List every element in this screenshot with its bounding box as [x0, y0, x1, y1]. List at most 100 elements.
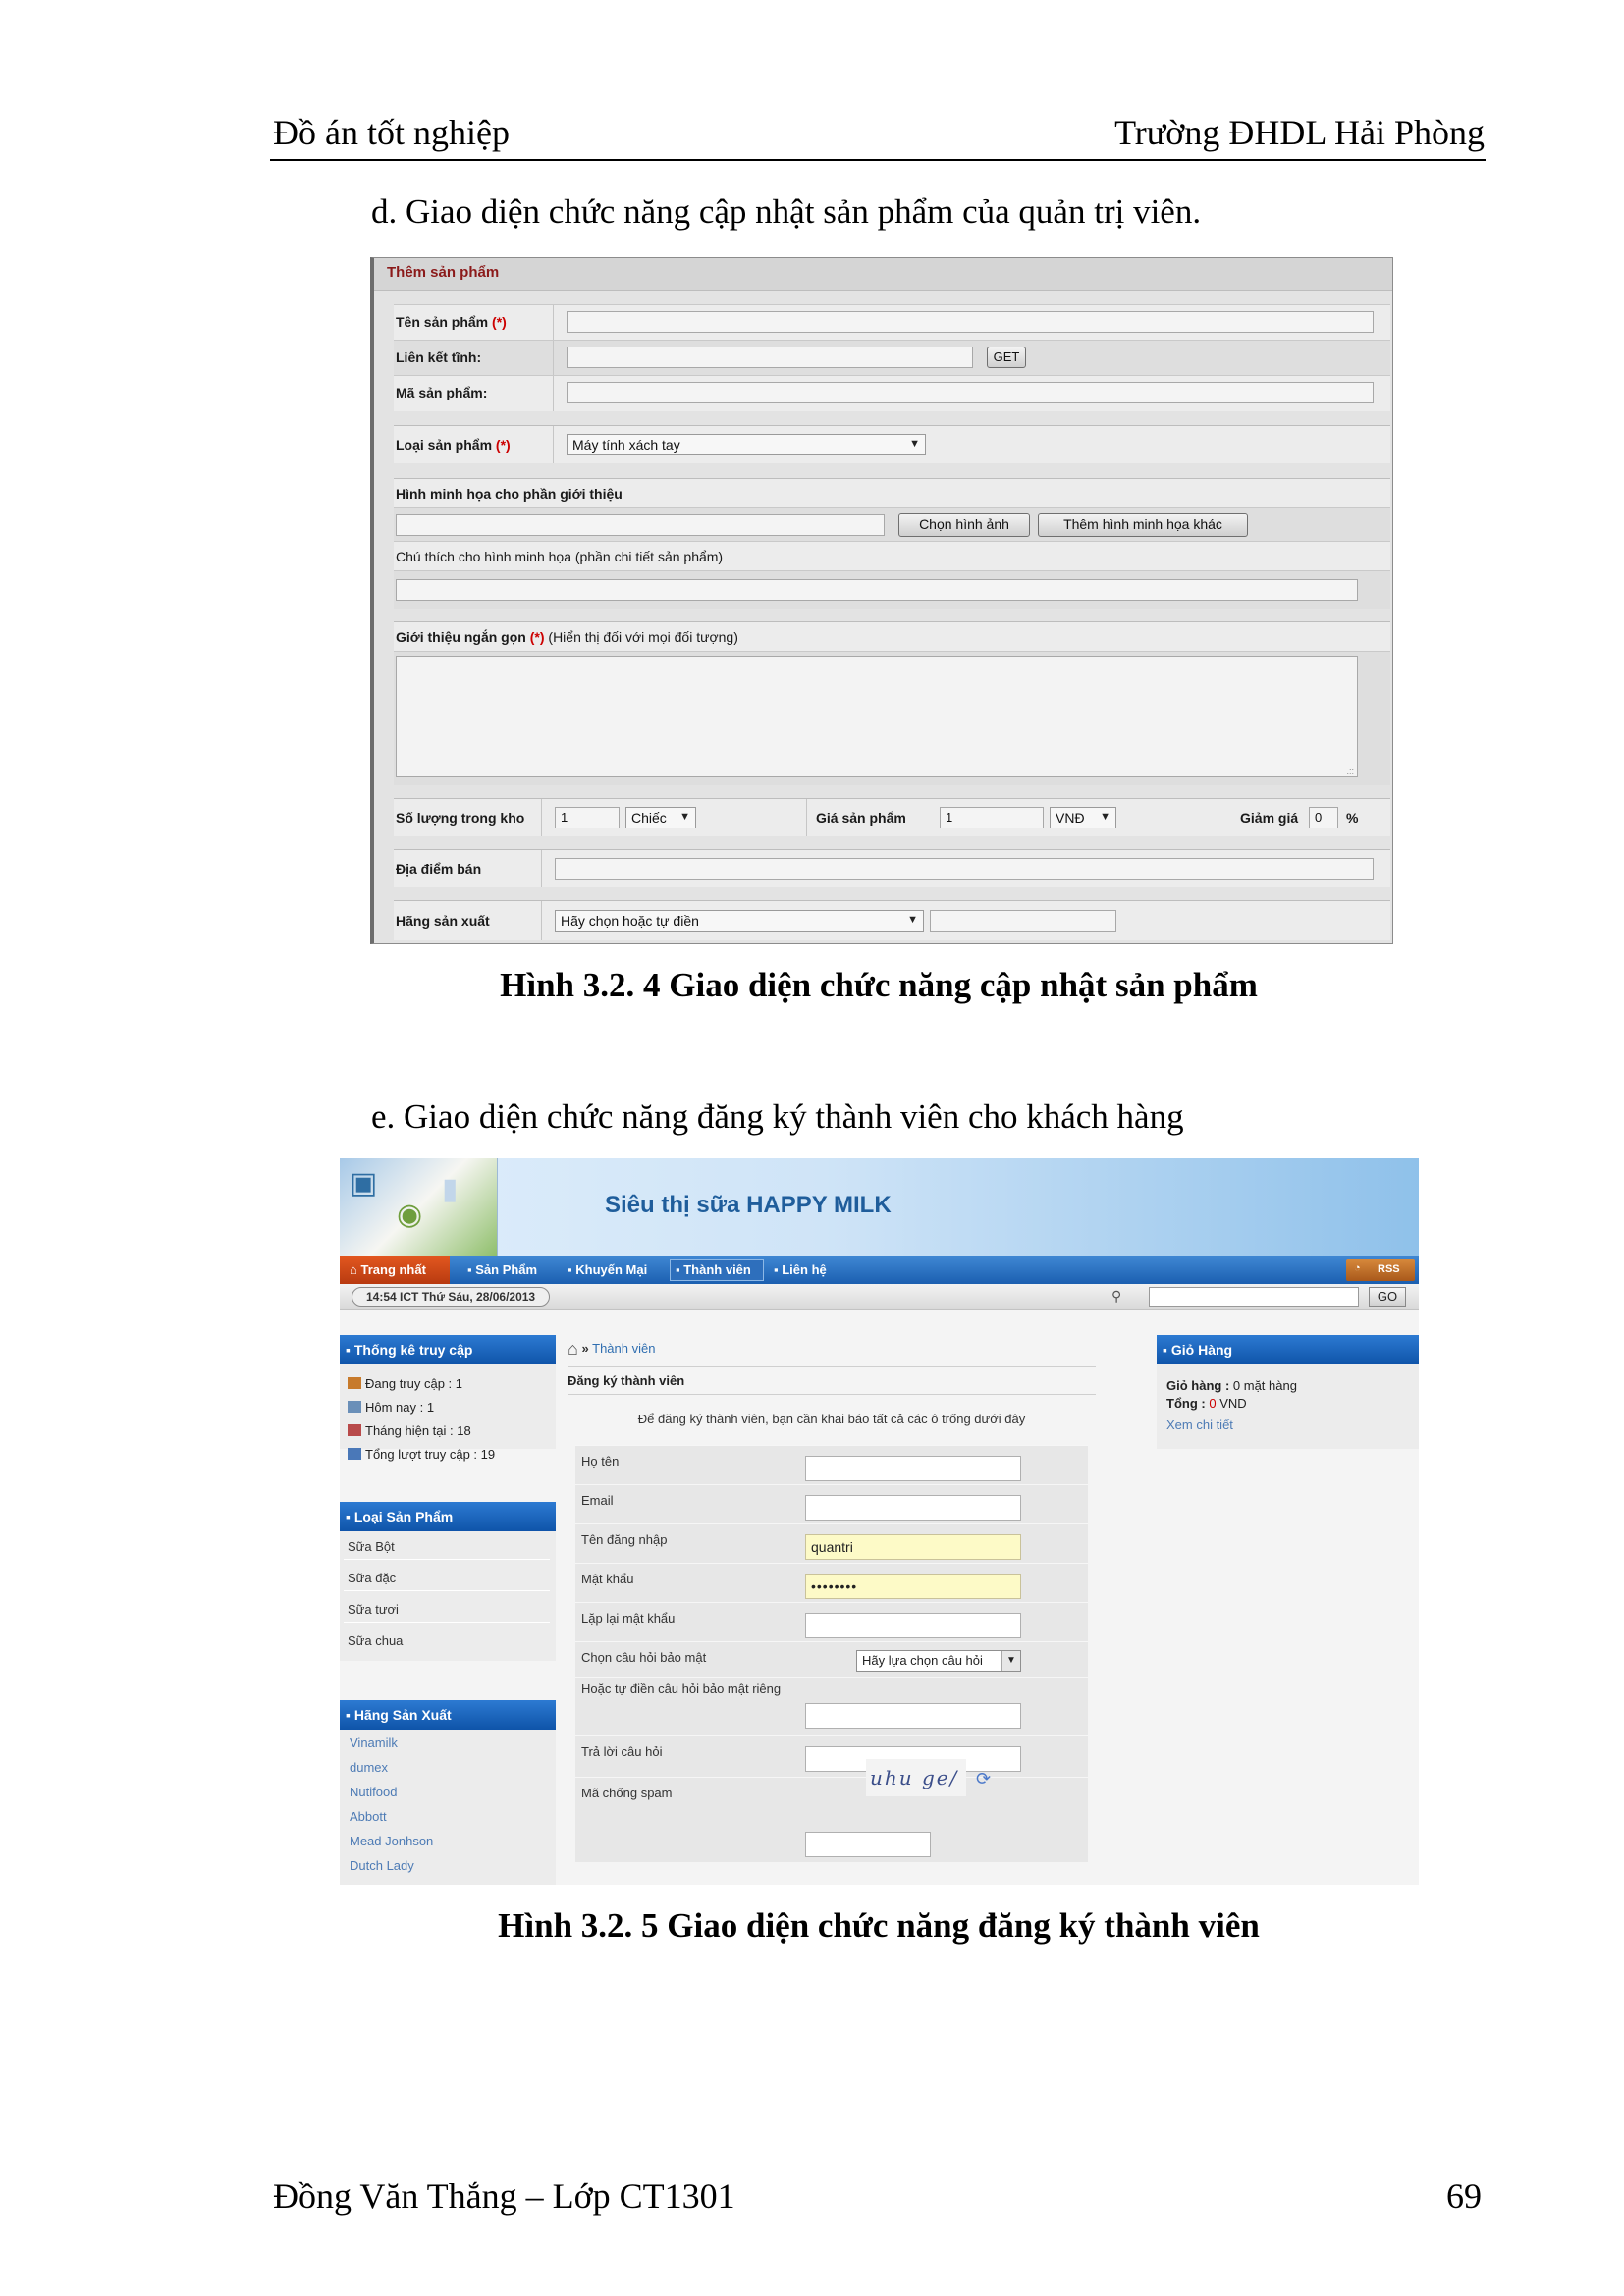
row-intro-input: .:: [394, 651, 1390, 785]
password-label: Mật khẩu [581, 1572, 634, 1586]
fullname-input[interactable] [805, 1456, 1021, 1481]
nav-home[interactable]: ⌂ Trang nhất [350, 1262, 426, 1277]
unit-select[interactable]: Chiếc ▼ [625, 807, 696, 828]
register-form: Họ tên Email Tên đăng nhập quantri Mật k… [575, 1445, 1088, 1862]
milk-bottle-icon: ▮ [442, 1173, 459, 1205]
cart-box-header: ▪ Giỏ Hàng [1157, 1335, 1419, 1364]
security-question-label: Chọn câu hỏi bảo mật [581, 1650, 707, 1665]
product-type-select[interactable]: Máy tính xách tay ▼ [567, 434, 926, 455]
stock-label: Số lượng trong kho [396, 810, 525, 826]
nav-promotions[interactable]: ▪ Khuyến Mại [568, 1262, 647, 1277]
nav-members[interactable]: ▪ Thành viên [676, 1262, 751, 1277]
brand-link[interactable]: Nutifood [350, 1785, 397, 1799]
row-image-label: Hình minh họa cho phần giới thiệu [394, 478, 1390, 508]
row-caption-input [394, 570, 1390, 609]
logo-image: ▣ ◉ ▮ [340, 1158, 498, 1256]
username-label: Tên đăng nhập [581, 1532, 668, 1547]
product-code-input[interactable] [567, 382, 1374, 403]
header-left: Đồ án tốt nghiệp [273, 113, 510, 152]
stat-today: Hôm nay : 1 [348, 1400, 434, 1415]
top-nav: ⌂ Trang nhất ▪ Sản Phẩm ▪ Khuyến Mại ▪ T… [340, 1256, 1419, 1284]
page-title: Đăng ký thành viên [568, 1373, 685, 1388]
add-image-button[interactable]: Thêm hình minh họa khác [1038, 513, 1248, 537]
image-path-input[interactable] [396, 514, 885, 536]
refresh-captcha-icon[interactable]: ⟳ [976, 1769, 991, 1789]
breadcrumb: ⌂ » Thành viên [568, 1339, 656, 1359]
discount-label: Giảm giá [1240, 810, 1299, 826]
choose-image-button[interactable]: Chọn hình ảnh [898, 513, 1030, 537]
brand-link[interactable]: Abbott [350, 1809, 387, 1824]
answer-label: Trả lời câu hỏi [581, 1744, 663, 1759]
register-intro: Để đăng ký thành viên, bạn cần khai báo … [637, 1412, 1026, 1426]
cart-box: Giỏ hàng : 0 mặt hàng Tổng : 0 VND Xem c… [1157, 1364, 1419, 1449]
nav-contact[interactable]: ▪ Liên hệ [774, 1262, 827, 1277]
figure-caption-e: Hình 3.2. 5 Giao diện chức năng đăng ký … [498, 1906, 1260, 1945]
current-datetime: 14:54 ICT Thứ Sáu, 28/06/2013 [352, 1287, 551, 1307]
search-input[interactable] [1149, 1287, 1359, 1307]
brand-link[interactable]: Mead Jonhson [350, 1834, 433, 1848]
price-label: Giá sản phẩm [816, 810, 906, 826]
header-right: Trường ĐHDL Hải Phòng [1114, 113, 1485, 152]
row-static-link: Liên kết tĩnh: GET [394, 340, 1390, 376]
maker-custom-input[interactable] [930, 910, 1116, 932]
page-number: 69 [1446, 2176, 1482, 2216]
security-question-select[interactable]: Hãy lựa chọn câu hỏi ▼ [856, 1650, 1021, 1672]
email-label: Email [581, 1493, 614, 1508]
password-input[interactable]: •••••••• [805, 1574, 1021, 1599]
category-item[interactable]: Sữa Bột [348, 1539, 395, 1554]
fullname-label: Họ tên [581, 1454, 620, 1468]
chevron-down-icon: ▼ [1100, 811, 1110, 823]
email-input[interactable] [805, 1495, 1021, 1521]
category-item[interactable]: Sữa tươi [348, 1602, 399, 1617]
cart-details-link[interactable]: Xem chi tiết [1166, 1417, 1233, 1432]
static-link-input[interactable] [567, 347, 973, 368]
maker-select[interactable]: Hãy chọn hoặc tự điền ▼ [555, 910, 924, 932]
intro-textarea[interactable]: .:: [396, 656, 1358, 777]
figure-caption-d: Hình 3.2. 4 Giao diện chức năng cập nhật… [500, 966, 1258, 1004]
row-maker: Hãng sản xuất Hãy chọn hoặc tự điền ▼ [394, 900, 1390, 940]
username-input[interactable]: quantri [805, 1534, 1021, 1560]
intro-label: Giới thiệu ngắn gọn (*) (Hiển thị đối vớ… [396, 629, 738, 645]
row-image-input: Chọn hình ảnh Thêm hình minh họa khác [394, 507, 1390, 542]
own-question-label: Hoặc tự điền câu hỏi bảo mật riêng [581, 1682, 782, 1696]
home-icon[interactable]: ⌂ [568, 1339, 578, 1359]
go-button[interactable]: GO [1369, 1287, 1406, 1307]
product-name-input[interactable] [567, 311, 1374, 333]
stat-total: Tổng lượt truy cập : 19 [348, 1447, 495, 1462]
discount-input[interactable]: 0 [1309, 807, 1338, 828]
milk-cup-icon: ◉ [397, 1199, 423, 1231]
category-item[interactable]: Sữa chua [348, 1633, 403, 1648]
nav-products[interactable]: ▪ Sản Phẩm [467, 1262, 537, 1277]
caption-input[interactable] [396, 579, 1358, 601]
date-search-bar: 14:54 ICT Thứ Sáu, 28/06/2013 ⚲ GO [340, 1284, 1419, 1310]
row-stock-price: Số lượng trong kho 1 Chiếc ▼ Giá sản phẩm… [394, 798, 1390, 836]
row-product-code: Mã sản phẩm: [394, 375, 1390, 411]
product-code-label: Mã sản phẩm: [396, 385, 488, 400]
rss-icon: ◔ [1354, 1262, 1361, 1274]
add-product-header: Thêm sản phẩm [387, 264, 500, 281]
brand-link[interactable]: dumex [350, 1760, 388, 1775]
brand-link[interactable]: Dutch Lady [350, 1858, 414, 1873]
stats-box-header: ▪ Thống kê truy cập [340, 1335, 556, 1364]
own-question-input[interactable] [805, 1703, 1021, 1729]
brand-link[interactable]: Vinamilk [350, 1735, 398, 1750]
static-link-label: Liên kết tĩnh: [396, 349, 482, 365]
price-input[interactable]: 1 [940, 807, 1044, 828]
add-product-titlebar: Thêm sản phẩm [374, 258, 1392, 291]
category-item[interactable]: Sữa đặc [348, 1571, 396, 1585]
stock-input[interactable]: 1 [555, 807, 620, 828]
currency-select[interactable]: VNĐ ▼ [1050, 807, 1116, 828]
location-input[interactable] [555, 858, 1374, 880]
categories-box: Sữa Bột Sữa đặc Sữa tươi Sữa chua [340, 1531, 556, 1661]
get-button[interactable]: GET [987, 347, 1026, 368]
home-icon: ⌂ [350, 1262, 357, 1277]
section-d-title: d. Giao diện chức năng cập nhật sản phẩm… [371, 192, 1202, 231]
search-icon: ⚲ [1111, 1288, 1122, 1304]
repassword-input[interactable] [805, 1613, 1021, 1638]
resize-grip-icon: .:: [1346, 766, 1354, 775]
row-location: Địa điểm bán [394, 849, 1390, 887]
caption-label: Chú thích cho hình minh họa (phần chi ti… [396, 549, 724, 564]
breadcrumb-members[interactable]: Thành viên [592, 1341, 655, 1356]
captcha-input[interactable] [805, 1832, 931, 1857]
rss-button[interactable]: ◔ RSS [1346, 1259, 1415, 1281]
